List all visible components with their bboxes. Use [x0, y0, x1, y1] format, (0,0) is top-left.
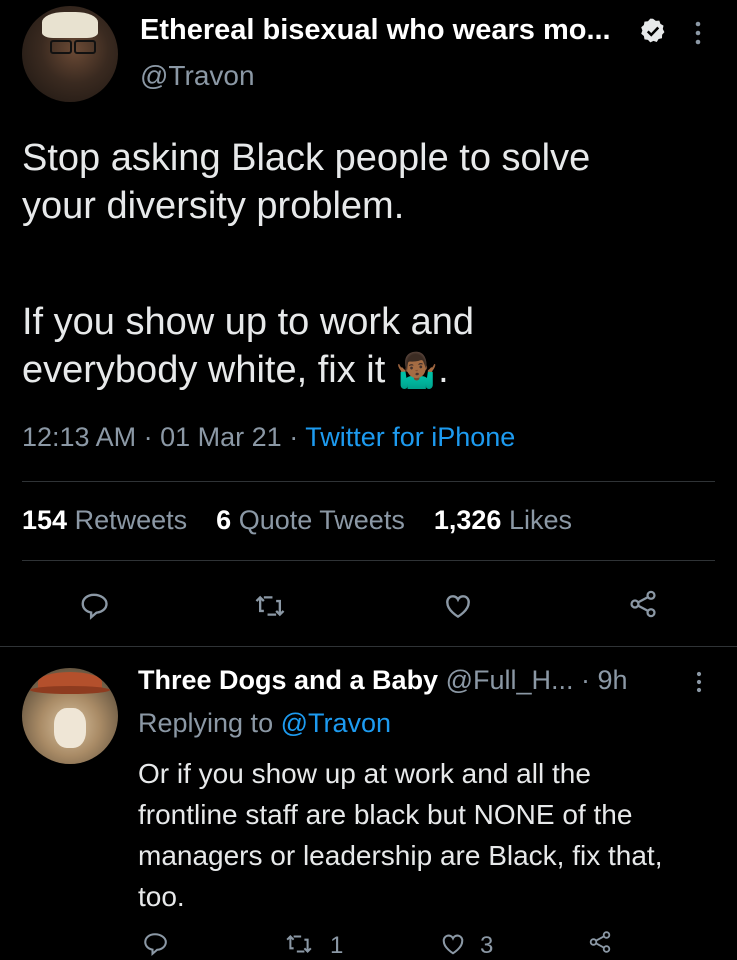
heart-icon[interactable] — [436, 930, 470, 958]
share-icon[interactable] — [583, 928, 617, 956]
share-icon[interactable] — [623, 586, 663, 622]
reply-text: Or if you show up at work and all the fr… — [138, 753, 728, 917]
reply-author-avatar[interactable] — [22, 668, 118, 764]
author-display-name[interactable]: Ethereal bisexual who wears mo... — [140, 14, 611, 47]
tweet-text-line: If you show up to work and — [22, 301, 475, 343]
tweet-stats: 154 Retweets 6 Quote Tweets 1,326 Likes — [22, 505, 572, 536]
author-avatar[interactable] — [22, 6, 118, 102]
verified-badge-icon — [638, 16, 668, 46]
heart-icon[interactable] — [438, 588, 478, 624]
divider — [22, 560, 715, 561]
reply-icon[interactable] — [138, 930, 172, 958]
reply-like-count: 3 — [480, 932, 494, 959]
more-vertical-icon[interactable] — [690, 668, 708, 696]
retweets-stat[interactable]: 154 Retweets — [22, 505, 195, 535]
likes-stat[interactable]: 1,326 Likes — [434, 505, 572, 535]
tweet-text: Stop asking Black people to solve your d… — [22, 134, 722, 395]
reply-text-line: frontline staff are black but NONE of th… — [138, 799, 633, 830]
reply-time[interactable]: · 9h — [581, 665, 628, 695]
divider — [22, 481, 715, 482]
reply-text-line: Or if you show up at work and all the — [138, 758, 591, 789]
reply-retweet-count: 1 — [330, 932, 344, 959]
shrug-emoji: 🤷🏾‍♂️ — [395, 352, 439, 390]
divider — [0, 646, 737, 647]
reply-author-display-name[interactable]: Three Dogs and a Baby — [138, 665, 438, 695]
quote-tweets-stat[interactable]: 6 Quote Tweets — [216, 505, 412, 535]
tweet-text-line: your diversity problem. — [22, 185, 405, 227]
replying-to-handle[interactable]: @Travon — [281, 708, 391, 738]
reply-text-line: too. — [138, 881, 185, 912]
retweet-icon[interactable] — [250, 588, 290, 624]
retweet-icon[interactable] — [282, 930, 316, 958]
tweet-text-line: Stop asking Black people to solve — [22, 137, 591, 179]
tweet-timestamp: 12:13 AM · 01 Mar 21 · Twitter for iPhon… — [22, 422, 516, 452]
reply-icon[interactable] — [74, 588, 114, 624]
tweet-source-link[interactable]: Twitter for iPhone — [305, 422, 515, 452]
reply-text-line: managers or leadership are Black, fix th… — [138, 840, 663, 871]
author-handle[interactable]: @Travon — [140, 60, 255, 92]
reply-header: Three Dogs and a Baby @Full_H... · 9h — [138, 665, 628, 696]
tweet-date[interactable]: 01 Mar 21 — [160, 422, 282, 452]
more-vertical-icon[interactable] — [688, 18, 708, 48]
tweet-text-line: everybody white, fix it 🤷🏾‍♂️. — [22, 349, 449, 391]
reply-author-handle[interactable]: @Full_H... — [446, 665, 574, 695]
replying-to: Replying to @Travon — [138, 708, 392, 738]
tweet-time[interactable]: 12:13 AM — [22, 422, 136, 452]
